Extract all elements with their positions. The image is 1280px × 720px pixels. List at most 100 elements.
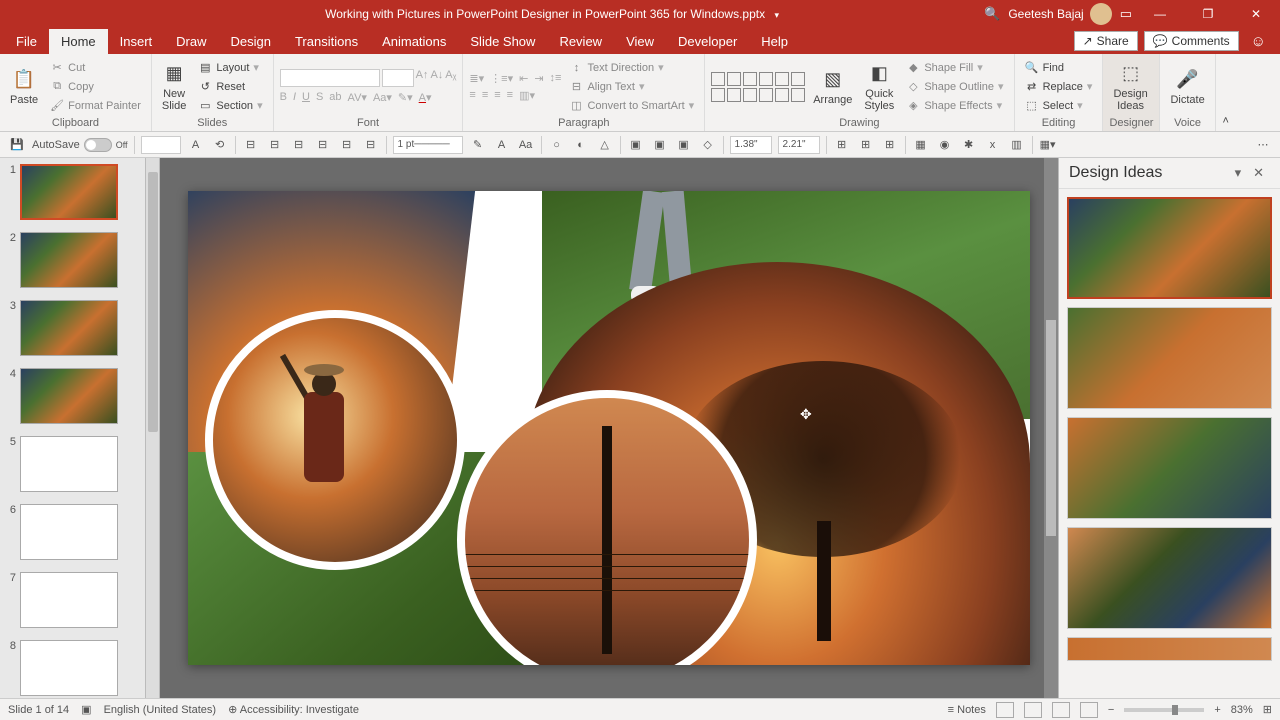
- tab-review[interactable]: Review: [547, 29, 614, 54]
- feedback-icon[interactable]: ☺: [1251, 33, 1266, 50]
- align-right-button[interactable]: ≡: [494, 89, 500, 102]
- shape-combo[interactable]: [141, 136, 181, 154]
- slide-canvas[interactable]: ✥: [188, 191, 1030, 665]
- reading-view-button[interactable]: [1052, 702, 1070, 718]
- qat-align-2[interactable]: ⊟: [266, 136, 284, 154]
- justify-button[interactable]: ≡: [507, 89, 513, 102]
- restore-button[interactable]: ❐: [1188, 0, 1228, 28]
- tab-file[interactable]: File: [4, 29, 49, 54]
- qat-misc-9[interactable]: ▦▾: [1039, 136, 1057, 154]
- tab-design[interactable]: Design: [219, 29, 283, 54]
- highlight-button[interactable]: ✎▾: [398, 91, 413, 104]
- underline-button[interactable]: U: [302, 91, 310, 104]
- qat-tool-1[interactable]: A: [187, 136, 205, 154]
- format-painter-button[interactable]: 🖌Format Painter: [46, 97, 145, 115]
- zoom-value[interactable]: 83%: [1231, 704, 1253, 716]
- shape-effects-button[interactable]: ◈Shape Effects▾: [902, 97, 1007, 115]
- tab-transitions[interactable]: Transitions: [283, 29, 370, 54]
- font-color-button[interactable]: A▾: [419, 91, 432, 104]
- shape-fill-button[interactable]: ◆Shape Fill▾: [902, 59, 1007, 77]
- tab-animations[interactable]: Animations: [370, 29, 458, 54]
- shadow-button[interactable]: ab: [329, 91, 341, 104]
- qat-align-1[interactable]: ⊟: [242, 136, 260, 154]
- clear-format-icon[interactable]: Aᵪ: [445, 69, 456, 87]
- save-icon[interactable]: 💾: [8, 136, 26, 154]
- align-left-button[interactable]: ≡: [469, 89, 475, 102]
- pane-options-button[interactable]: ▾: [1229, 165, 1248, 181]
- shape-width-input[interactable]: 1.38": [730, 136, 772, 154]
- align-text-button[interactable]: ⊟Align Text▾: [565, 78, 698, 96]
- comments-button[interactable]: 💬 Comments: [1144, 31, 1239, 51]
- qat-shape-2[interactable]: ◐: [572, 136, 590, 154]
- close-button[interactable]: ✕: [1236, 0, 1276, 28]
- qat-align-4[interactable]: ⊟: [314, 136, 332, 154]
- dictate-button[interactable]: 🎤 Dictate: [1166, 66, 1208, 108]
- tab-home[interactable]: Home: [49, 29, 108, 54]
- search-icon[interactable]: 🔍: [984, 6, 1000, 22]
- numbering-button[interactable]: ⋮≡▾: [490, 72, 513, 85]
- canvas-scrollbar-vertical[interactable]: [1044, 158, 1058, 698]
- qat-eyedrop[interactable]: ✎: [469, 136, 487, 154]
- shrink-font-icon[interactable]: A↓: [430, 69, 443, 87]
- collapse-ribbon-button[interactable]: ˄: [1216, 54, 1236, 131]
- thumbnail-item[interactable]: 8: [0, 634, 159, 698]
- layout-button[interactable]: ▤Layout▾: [194, 59, 266, 77]
- window-mode-icon[interactable]: ▭: [1120, 6, 1132, 22]
- strike-button[interactable]: S: [316, 91, 323, 104]
- qat-group-3[interactable]: ▣: [675, 136, 693, 154]
- design-idea-2[interactable]: [1067, 307, 1272, 409]
- spell-check-icon[interactable]: ▣: [81, 703, 91, 716]
- qat-shape-1[interactable]: ○: [548, 136, 566, 154]
- thumbnail-item[interactable]: 4: [0, 362, 159, 430]
- share-button[interactable]: ↗ Share: [1074, 31, 1138, 51]
- qat-overflow[interactable]: ⋯: [1254, 136, 1272, 154]
- select-button[interactable]: ⬚Select▾: [1021, 97, 1097, 115]
- qat-misc-6[interactable]: ✱: [960, 136, 978, 154]
- qat-text[interactable]: A: [493, 136, 511, 154]
- zoom-in-button[interactable]: +: [1214, 704, 1220, 716]
- paste-button[interactable]: 📋 Paste: [6, 66, 42, 108]
- design-idea-1[interactable]: [1067, 197, 1272, 299]
- qat-misc-5[interactable]: ◉: [936, 136, 954, 154]
- thumbnail-item[interactable]: 5: [0, 430, 159, 498]
- tab-draw[interactable]: Draw: [164, 29, 218, 54]
- thumbnail-item[interactable]: 6: [0, 498, 159, 566]
- align-center-button[interactable]: ≡: [482, 89, 488, 102]
- qat-shape-3[interactable]: △: [596, 136, 614, 154]
- font-size-combo[interactable]: [382, 69, 414, 87]
- qat-misc-8[interactable]: ▥: [1008, 136, 1026, 154]
- qat-tool-2[interactable]: ⟲: [211, 136, 229, 154]
- design-idea-4[interactable]: [1067, 527, 1272, 629]
- italic-button[interactable]: I: [293, 91, 296, 104]
- title-caret-icon[interactable]: ▾: [774, 10, 779, 20]
- slideshow-view-button[interactable]: [1080, 702, 1098, 718]
- bullets-button[interactable]: ≣▾: [469, 72, 484, 85]
- cut-button[interactable]: ✂Cut: [46, 59, 145, 77]
- normal-view-button[interactable]: [996, 702, 1014, 718]
- tab-view[interactable]: View: [614, 29, 666, 54]
- qat-group-2[interactable]: ▣: [651, 136, 669, 154]
- qat-group-4[interactable]: ◇: [699, 136, 717, 154]
- qat-align-5[interactable]: ⊟: [338, 136, 356, 154]
- arrange-button[interactable]: ▧ Arrange: [809, 66, 856, 108]
- thumbnail-item[interactable]: 3: [0, 294, 159, 362]
- indent-dec-button[interactable]: ⇤: [519, 72, 528, 85]
- indent-inc-button[interactable]: ⇥: [534, 72, 543, 85]
- accessibility-status[interactable]: ⊕ Accessibility: Investigate: [228, 703, 359, 716]
- case-button[interactable]: Aa▾: [373, 91, 392, 104]
- design-idea-3[interactable]: [1067, 417, 1272, 519]
- zoom-slider[interactable]: [1124, 708, 1204, 712]
- qat-misc-7[interactable]: x: [984, 136, 1002, 154]
- tab-help[interactable]: Help: [749, 29, 800, 54]
- reset-button[interactable]: ↺Reset: [194, 78, 266, 96]
- language-status[interactable]: English (United States): [104, 704, 217, 716]
- bold-button[interactable]: B: [280, 91, 287, 104]
- tab-developer[interactable]: Developer: [666, 29, 749, 54]
- line-weight-combo[interactable]: 1 pt ─────: [393, 136, 463, 154]
- design-ideas-button[interactable]: ⬚ Design Ideas: [1109, 60, 1151, 114]
- qat-align-6[interactable]: ⊟: [362, 136, 380, 154]
- qat-align-3[interactable]: ⊟: [290, 136, 308, 154]
- thumb-scrollbar[interactable]: [145, 158, 159, 698]
- thumbnail-item[interactable]: 7: [0, 566, 159, 634]
- qat-misc-4[interactable]: ▦: [912, 136, 930, 154]
